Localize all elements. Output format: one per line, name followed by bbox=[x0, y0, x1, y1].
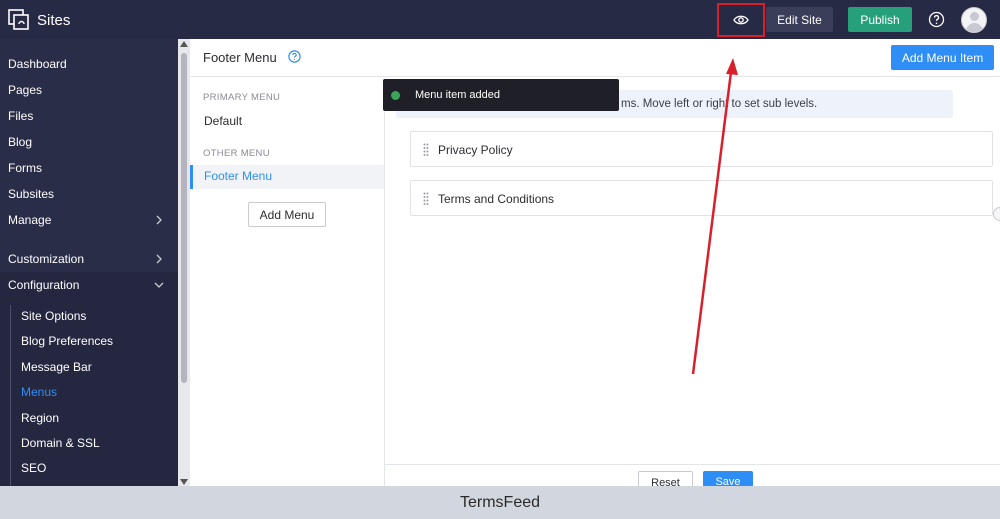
sidebar-item-pages[interactable]: Pages bbox=[0, 77, 178, 103]
menu-entry-label: Terms and Conditions bbox=[438, 192, 555, 206]
hint-text: ms. Move left or right to set sub levels… bbox=[621, 98, 818, 110]
scroll-down-icon[interactable] bbox=[180, 479, 188, 485]
page-title: Footer Menu bbox=[203, 50, 277, 65]
drag-handle-icon[interactable] bbox=[423, 143, 429, 156]
top-bar: Sites Edit Site Publish bbox=[0, 0, 1000, 39]
sidebar-subitem-region[interactable]: Region bbox=[0, 405, 178, 431]
menu-list-panel: PRIMARY MENU Default OTHER MENU Footer M… bbox=[190, 78, 385, 486]
panel-collapse-handle[interactable] bbox=[993, 207, 1000, 221]
caption-bar: TermsFeed bbox=[0, 486, 1000, 519]
info-icon[interactable] bbox=[288, 50, 301, 63]
chevron-right-icon bbox=[156, 215, 162, 225]
sidebar-item-manage[interactable]: Manage bbox=[0, 207, 178, 233]
other-menu-heading: OTHER MENU bbox=[203, 148, 270, 159]
sidebar-subitem-blog-preferences[interactable]: Blog Preferences bbox=[0, 328, 178, 354]
menu-entry-label: Privacy Policy bbox=[438, 143, 513, 157]
chevron-right-icon bbox=[156, 254, 162, 264]
scroll-up-icon[interactable] bbox=[180, 41, 188, 47]
brand[interactable]: Sites bbox=[8, 8, 70, 32]
preview-button[interactable] bbox=[717, 3, 765, 37]
menu-item-label: Footer Menu bbox=[204, 169, 273, 183]
sites-logo-icon bbox=[8, 9, 29, 30]
sidebar-item-forms[interactable]: Forms bbox=[0, 155, 178, 181]
toast-message: Menu item added bbox=[415, 89, 500, 101]
drag-handle-icon[interactable] bbox=[423, 192, 429, 205]
form-footer: Reset Save bbox=[385, 464, 1000, 486]
sidebar-item-subsites[interactable]: Subsites bbox=[0, 181, 178, 207]
sidebar-item-files[interactable]: Files bbox=[0, 103, 178, 129]
sidebar-subitem-menus[interactable]: Menus bbox=[0, 379, 178, 405]
edit-site-button[interactable]: Edit Site bbox=[766, 7, 833, 32]
add-menu-item-button[interactable]: Add Menu Item bbox=[891, 45, 994, 70]
avatar-body bbox=[966, 23, 983, 32]
sidebar-subitem-seo[interactable]: SEO bbox=[0, 455, 178, 481]
publish-button[interactable]: Publish bbox=[848, 7, 912, 32]
sidebar-item-label: Manage bbox=[8, 213, 52, 227]
avatar-head bbox=[970, 12, 979, 21]
help-icon[interactable] bbox=[928, 11, 945, 28]
sidebar-subitem-site-options[interactable]: Site Options bbox=[0, 303, 178, 329]
sidebar: Dashboard Pages Files Blog Forms Subsite… bbox=[0, 39, 178, 486]
reset-button[interactable]: Reset bbox=[638, 471, 693, 486]
page-header: Footer Menu Add Menu Item bbox=[190, 39, 1000, 77]
sidebar-subitem-domain-ssl[interactable]: Domain & SSL bbox=[0, 430, 178, 456]
sidebar-subitem-message-bar[interactable]: Message Bar bbox=[0, 354, 178, 380]
chevron-down-icon bbox=[154, 282, 164, 288]
eye-icon bbox=[733, 15, 749, 25]
save-button[interactable]: Save bbox=[703, 471, 753, 486]
sidebar-item-label: Configuration bbox=[8, 278, 80, 292]
primary-menu-heading: PRIMARY MENU bbox=[203, 92, 281, 103]
toast-notification: Menu item added bbox=[383, 79, 619, 111]
sidebar-scrollbar[interactable] bbox=[178, 39, 190, 486]
sidebar-item-customization[interactable]: Customization bbox=[0, 246, 178, 272]
app-name: Sites bbox=[37, 11, 71, 29]
sidebar-item-label: Customization bbox=[8, 252, 85, 266]
sidebar-item-blog[interactable]: Blog bbox=[0, 129, 178, 155]
sidebar-item-configuration[interactable]: Configuration bbox=[0, 272, 178, 298]
menu-item-default[interactable]: Default bbox=[204, 114, 242, 128]
add-menu-button[interactable]: Add Menu bbox=[248, 202, 326, 227]
menu-entry-privacy-policy[interactable]: Privacy Policy bbox=[410, 131, 993, 167]
sidebar-item-dashboard[interactable]: Dashboard bbox=[0, 51, 178, 77]
menu-entry-terms-and-conditions[interactable]: Terms and Conditions bbox=[410, 180, 993, 216]
menu-item-footer-menu[interactable]: Footer Menu bbox=[190, 165, 384, 189]
success-dot-icon bbox=[391, 91, 400, 100]
scrollbar-thumb[interactable] bbox=[181, 53, 187, 383]
avatar[interactable] bbox=[961, 7, 987, 33]
